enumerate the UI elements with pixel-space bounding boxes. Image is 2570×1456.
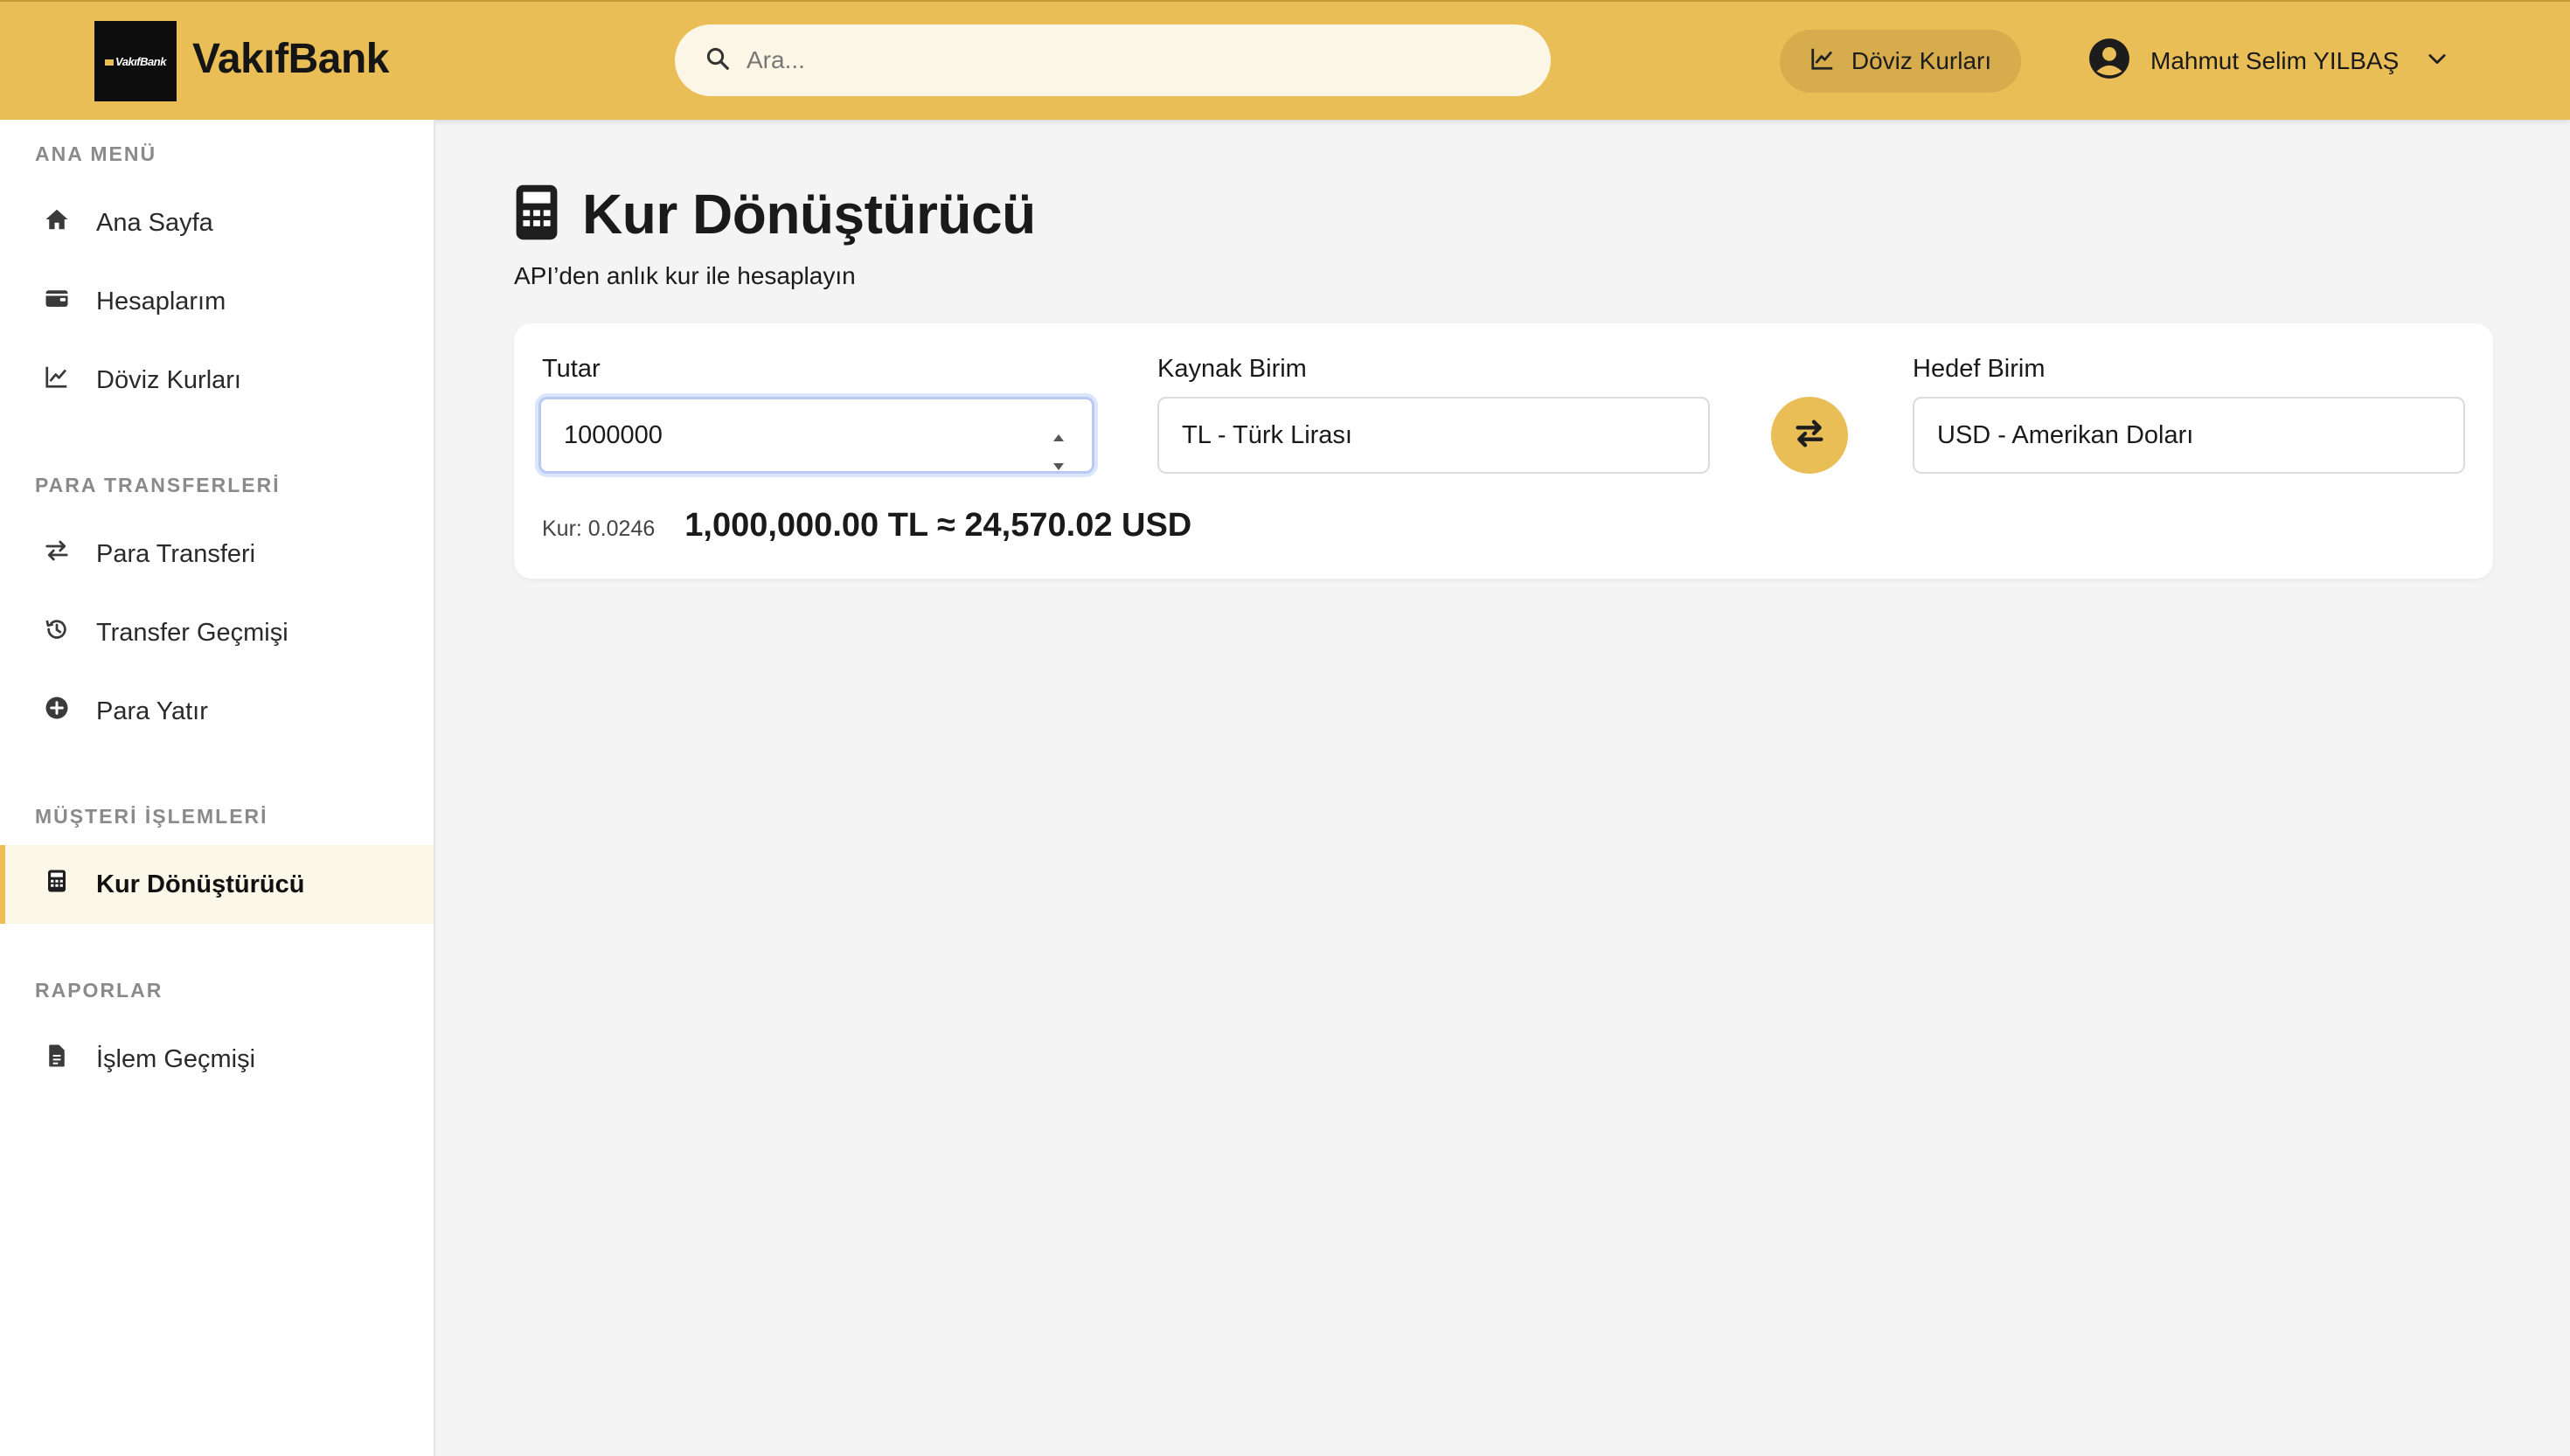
top-header: VakıfBank VakıfBank Döviz Kurları Mahmut… bbox=[0, 0, 2570, 120]
sidebar-item-currency-converter[interactable]: Kur Dönüştürücü bbox=[0, 845, 434, 924]
sidebar-item-home[interactable]: Ana Sayfa bbox=[0, 184, 434, 262]
sidebar-item-deposit[interactable]: Para Yatır bbox=[0, 672, 434, 751]
target-currency-value: USD - Amerikan Doları bbox=[1937, 420, 2194, 449]
target-currency-label: Hedef Birim bbox=[1913, 355, 2046, 383]
sidebar-item-label: Para Yatır bbox=[96, 697, 208, 725]
history-icon bbox=[44, 616, 96, 649]
page-title: Kur Dönüştürücü bbox=[582, 183, 1036, 246]
sidebar-item-label: Hesaplarım bbox=[96, 287, 226, 315]
sidebar-item-exchange-rates[interactable]: Döviz Kurları bbox=[0, 341, 434, 419]
converter-card: Tutar 1000000 Kaynak Birim TL - Türk Lir… bbox=[514, 323, 2493, 579]
wallet-icon bbox=[44, 285, 96, 318]
amount-label: Tutar bbox=[542, 355, 601, 383]
user-name: Mahmut Selim YILBAŞ bbox=[2150, 47, 2400, 74]
exchange-rate-text: Kur: 0.0246 bbox=[542, 517, 656, 541]
target-currency-select[interactable]: USD - Amerikan Doları bbox=[1913, 397, 2465, 474]
page-subtitle: API’den anlık kur ile hesaplayın bbox=[514, 262, 856, 289]
spin-up-icon[interactable] bbox=[1052, 420, 1065, 449]
brand-name[interactable]: VakıfBank bbox=[192, 35, 389, 83]
user-menu[interactable]: Mahmut Selim YILBAŞ bbox=[2087, 38, 2449, 84]
bank-logo[interactable]: VakıfBank bbox=[94, 21, 177, 101]
home-icon bbox=[44, 206, 96, 239]
section-title-customer-ops: MÜŞTERİ İŞLEMLERİ bbox=[35, 805, 268, 828]
number-spinner[interactable] bbox=[1050, 420, 1067, 470]
amount-input[interactable]: 1000000 bbox=[538, 397, 1094, 474]
source-currency-select[interactable]: TL - Türk Lirası bbox=[1157, 397, 1710, 474]
sidebar-item-label: Transfer Geçmişi bbox=[96, 618, 288, 647]
chart-line-icon bbox=[44, 364, 96, 397]
sidebar-item-transaction-history[interactable]: İşlem Geçmişi bbox=[0, 1020, 434, 1099]
spin-down-icon[interactable] bbox=[1052, 449, 1065, 478]
sidebar-item-transfer-history[interactable]: Transfer Geçmişi bbox=[0, 593, 434, 672]
section-title-reports: RAPORLAR bbox=[35, 979, 163, 1002]
section-title-main-menu: ANA MENÜ bbox=[35, 142, 157, 165]
chevron-down-icon bbox=[2418, 46, 2449, 77]
calculator-icon bbox=[44, 868, 96, 901]
transfer-icon bbox=[44, 537, 96, 571]
logo-mini-text: VakıfBank bbox=[105, 55, 166, 68]
conversion-result-row: Kur: 0.0246 1,000,000.00 TL ≈ 24,570.02 … bbox=[542, 507, 1191, 544]
chart-line-icon bbox=[1809, 45, 1836, 78]
document-icon bbox=[44, 1043, 96, 1076]
page-heading: Kur Dönüştürücü bbox=[514, 182, 1036, 246]
amount-value: 1000000 bbox=[564, 420, 663, 449]
exchange-rates-button[interactable]: Döviz Kurları bbox=[1780, 30, 2021, 93]
sidebar-item-label: Para Transferi bbox=[96, 539, 256, 568]
swap-currencies-button[interactable] bbox=[1771, 397, 1848, 474]
plus-circle-icon bbox=[44, 695, 96, 728]
swap-icon bbox=[1792, 416, 1827, 455]
search-input[interactable] bbox=[747, 46, 1498, 74]
sidebar-item-label: Kur Dönüştürücü bbox=[96, 870, 305, 898]
sidebar-item-accounts[interactable]: Hesaplarım bbox=[0, 262, 434, 341]
source-currency-label: Kaynak Birim bbox=[1157, 355, 1307, 383]
section-title-transfers: PARA TRANSFERLERİ bbox=[35, 474, 281, 496]
sidebar-item-label: İşlem Geçmişi bbox=[96, 1044, 256, 1073]
user-avatar-icon bbox=[2087, 37, 2131, 87]
calculator-icon bbox=[514, 183, 559, 246]
sidebar: ANA MENÜ Ana Sayfa Hesaplarım Döviz Kurl… bbox=[0, 120, 435, 1456]
search-icon bbox=[705, 45, 731, 76]
source-currency-value: TL - Türk Lirası bbox=[1182, 420, 1352, 449]
exchange-rates-label: Döviz Kurları bbox=[1851, 47, 1992, 74]
search-bar[interactable] bbox=[675, 24, 1551, 96]
conversion-result: 1,000,000.00 TL ≈ 24,570.02 USD bbox=[684, 507, 1192, 544]
sidebar-item-label: Ana Sayfa bbox=[96, 208, 213, 237]
sidebar-item-label: Döviz Kurları bbox=[96, 365, 241, 394]
sidebar-item-money-transfer[interactable]: Para Transferi bbox=[0, 515, 434, 593]
